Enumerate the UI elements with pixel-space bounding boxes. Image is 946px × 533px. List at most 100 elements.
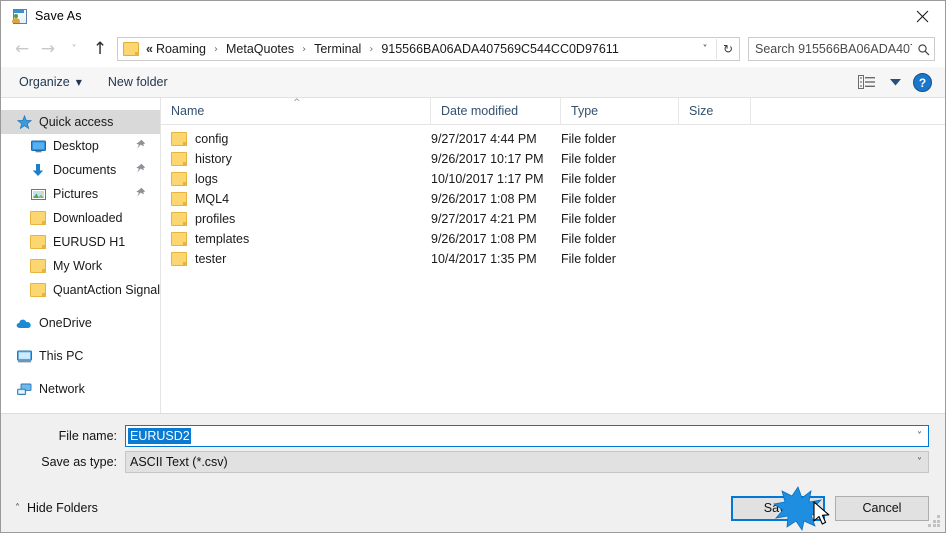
file-name-row: File name: EURUSD2 ˅ <box>1 425 945 447</box>
view-options-button[interactable] <box>855 72 879 92</box>
sidebar-item-label: Quick access <box>39 115 114 129</box>
sidebar-item-onedrive[interactable]: OneDrive <box>1 311 160 335</box>
pictures-icon <box>29 186 47 202</box>
file-name-label: history <box>195 152 232 166</box>
sidebar-item-eurusd-h1[interactable]: EURUSD H1 <box>1 230 160 254</box>
file-type-cell: File folder <box>561 192 616 206</box>
pin-icon[interactable] <box>135 163 146 178</box>
search-input[interactable]: Search 915566BA06ADA40756... <box>749 42 912 56</box>
table-row[interactable]: profiles 9/27/2017 4:21 PM File folder <box>161 209 945 229</box>
folder-icon <box>171 172 187 186</box>
file-type-cell: File folder <box>561 132 616 146</box>
breadcrumb-item-roaming[interactable]: Roaming <box>154 42 208 56</box>
save-as-type-value: ASCII Text (*.csv) <box>130 455 228 469</box>
save-as-type-select[interactable]: ASCII Text (*.csv) ˅ <box>125 451 929 473</box>
pin-icon[interactable] <box>135 139 146 154</box>
table-row[interactable]: MQL4 9/26/2017 1:08 PM File folder <box>161 189 945 209</box>
hide-folders-button[interactable]: ˄ Hide Folders <box>15 501 98 515</box>
help-button[interactable]: ? <box>911 71 933 93</box>
dialog-footer: ˄ Hide Folders Save Cancel <box>1 484 945 532</box>
chevron-down-icon[interactable]: ˅ <box>917 426 922 446</box>
forward-button[interactable]: → <box>35 36 61 62</box>
column-header-name[interactable]: Name ^ <box>161 98 431 124</box>
view-options-icon <box>858 75 875 89</box>
breadcrumb-item-terminal[interactable]: Terminal <box>312 42 363 56</box>
pin-icon[interactable] <box>135 187 146 202</box>
column-label: Name <box>171 104 205 118</box>
organize-label: Organize <box>19 75 70 89</box>
file-name-input[interactable]: EURUSD2 ˅ <box>125 425 929 447</box>
breadcrumb-overflow[interactable]: « <box>144 42 154 56</box>
sidebar-item-quantaction-signal[interactable]: QuantAction Signal <box>1 278 160 302</box>
file-name-value: EURUSD2 <box>128 428 191 444</box>
file-date-cell: 9/26/2017 10:17 PM <box>431 152 544 166</box>
file-name-label: File name: <box>58 429 117 443</box>
table-row[interactable]: logs 10/10/2017 1:17 PM File folder <box>161 169 945 189</box>
column-header-size[interactable]: Size <box>679 98 751 124</box>
table-row[interactable]: tester 10/4/2017 1:35 PM File folder <box>161 249 945 269</box>
search-icon <box>912 43 934 56</box>
folder-icon <box>123 42 139 56</box>
back-button[interactable]: ← <box>9 36 35 62</box>
window-title: Save As <box>35 9 82 23</box>
file-date-cell: 9/27/2017 4:44 PM <box>431 132 537 146</box>
address-dropdown-button[interactable]: ˅ <box>694 39 716 59</box>
file-date-cell: 10/4/2017 1:35 PM <box>431 252 537 266</box>
close-icon <box>916 10 928 22</box>
view-dropdown-button[interactable] <box>883 72 907 92</box>
organize-button[interactable]: Organize ▼ <box>11 72 90 92</box>
network-icon <box>15 381 33 397</box>
address-bar[interactable]: « Roaming › MetaQuotes › Terminal › 9155… <box>117 37 740 61</box>
folder-icon <box>171 212 187 226</box>
cancel-button[interactable]: Cancel <box>835 495 929 521</box>
column-header-row: Name ^ Date modified Type Size <box>161 98 945 125</box>
column-header-date-modified[interactable]: Date modified <box>431 98 561 124</box>
recent-locations-button[interactable]: ˅ <box>61 36 87 62</box>
save-button[interactable]: Save <box>731 495 825 521</box>
search-box[interactable]: Search 915566BA06ADA40756... <box>748 37 935 61</box>
file-name-label: config <box>195 132 229 146</box>
sidebar-item-pictures[interactable]: Pictures <box>1 182 160 206</box>
sidebar-item-documents[interactable]: Documents <box>1 158 160 182</box>
file-name-label: logs <box>195 172 218 186</box>
sidebar-item-quick-access[interactable]: Quick access <box>1 110 160 134</box>
folder-icon <box>29 210 47 226</box>
chevron-down-icon[interactable]: ˅ <box>917 452 922 472</box>
breadcrumb-item-metaquotes[interactable]: MetaQuotes <box>224 42 296 56</box>
file-type-cell: File folder <box>561 152 616 166</box>
table-row[interactable]: history 9/26/2017 10:17 PM File folder <box>161 149 945 169</box>
refresh-icon: ↻ <box>722 42 734 56</box>
sidebar-item-label: Pictures <box>53 187 99 201</box>
sidebar-item-network[interactable]: Network <box>1 377 160 401</box>
file-name-label: tester <box>195 252 227 266</box>
sort-ascending-icon: ^ <box>293 98 301 108</box>
table-row[interactable]: config 9/27/2017 4:44 PM File folder <box>161 129 945 149</box>
sidebar-item-label: Documents <box>53 163 117 177</box>
file-name-cell: config <box>161 132 431 146</box>
folder-icon <box>29 282 47 298</box>
sidebar-item-my-work[interactable]: My Work <box>1 254 160 278</box>
refresh-button[interactable]: ↻ <box>716 39 739 59</box>
breadcrumb-separator-icon: › <box>213 43 218 55</box>
footer-buttons: Save Cancel <box>731 495 945 521</box>
file-date-cell: 9/26/2017 1:08 PM <box>431 192 537 206</box>
file-name-cell: history <box>161 152 431 166</box>
resize-grip[interactable] <box>928 515 941 528</box>
up-arrow-icon: ↑ <box>92 38 108 59</box>
chevron-up-icon: ˄ <box>15 502 20 514</box>
column-header-type[interactable]: Type <box>561 98 679 124</box>
sidebar-item-desktop[interactable]: Desktop <box>1 134 160 158</box>
sidebar-divider <box>1 335 160 344</box>
up-button[interactable]: ↑ <box>87 36 113 62</box>
sidebar-item-label: QuantAction Signal <box>53 283 161 297</box>
file-name-cell: MQL4 <box>161 192 431 206</box>
close-button[interactable] <box>899 1 945 31</box>
command-toolbar: Organize ▼ New folder ? <box>1 67 945 98</box>
sidebar-item-downloaded[interactable]: Downloaded <box>1 206 160 230</box>
table-row[interactable]: templates 9/26/2017 1:08 PM File folder <box>161 229 945 249</box>
sidebar-item-this-pc[interactable]: This PC <box>1 344 160 368</box>
breadcrumb-item-instance[interactable]: 915566BA06ADA407569C544CC0D97611 <box>379 42 620 56</box>
folder-icon <box>171 252 187 266</box>
new-folder-button[interactable]: New folder <box>100 72 176 92</box>
file-type-cell: File folder <box>561 232 616 246</box>
